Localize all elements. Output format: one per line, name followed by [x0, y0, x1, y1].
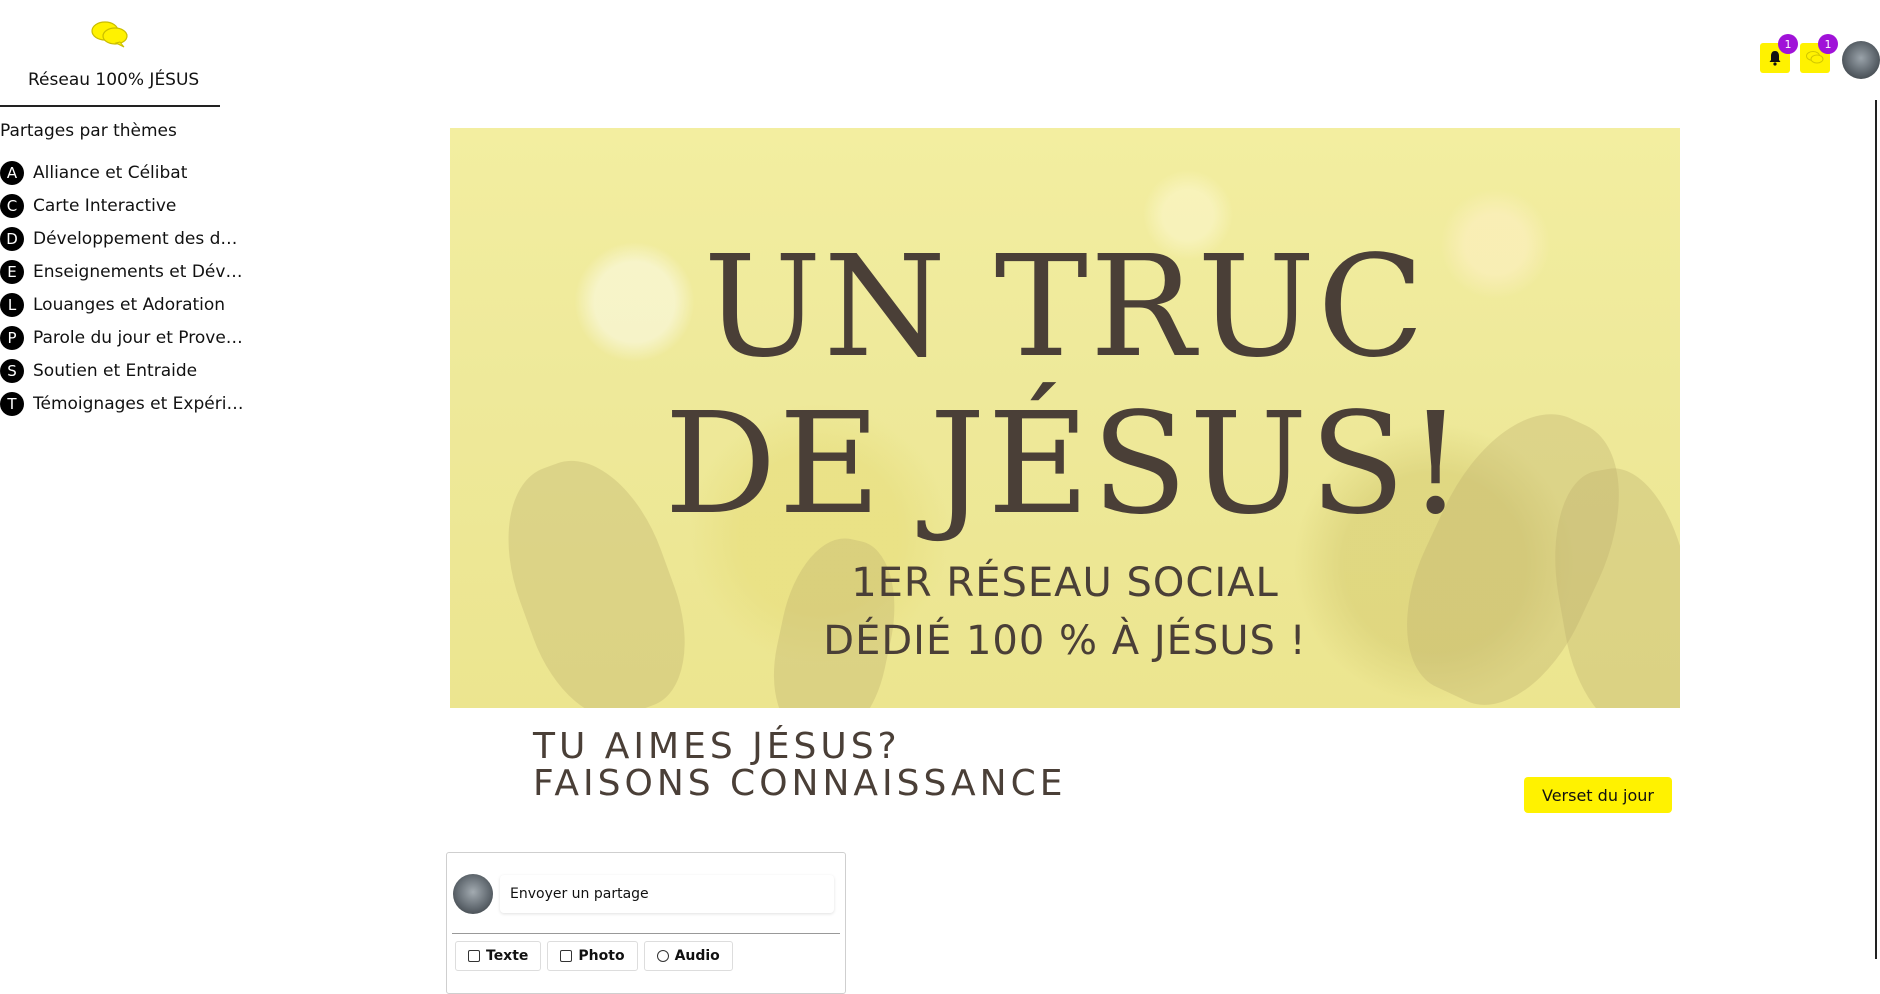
bell-icon: [1769, 51, 1781, 66]
tab-label: Audio: [674, 948, 720, 964]
sidebar-item-label: Alliance et Célibat: [33, 162, 188, 183]
scroll-edge: [1875, 100, 1877, 959]
tagline-line: FAISONS CONNAISSANCE: [533, 763, 1067, 804]
sidebar-item-carte[interactable]: C Carte Interactive: [0, 189, 245, 222]
topbar: 1 1: [1760, 34, 1880, 79]
notifications-button[interactable]: 1: [1760, 34, 1798, 73]
image-icon: [560, 950, 573, 962]
speech-bubbles-icon[interactable]: [90, 20, 130, 48]
avatar: [453, 874, 493, 914]
tagline: TU AIMES JÉSUS? FAISONS CONNAISSANCE: [533, 728, 1066, 802]
sidebar-item-label: Louanges et Adoration: [33, 294, 226, 315]
tab-label: Texte: [486, 948, 529, 964]
sidebar-item-label: Parole du jour et Prover...: [33, 327, 245, 348]
theme-letter-icon: S: [0, 358, 24, 383]
app-title[interactable]: Réseau 100% JÉSUS: [28, 70, 199, 90]
composer-tabs: Texte Photo Audio: [455, 941, 733, 971]
sidebar-item-label: Soutien et Entraide: [33, 360, 198, 381]
messages-button[interactable]: 1: [1800, 34, 1838, 73]
sidebar-item-label: Carte Interactive: [33, 195, 177, 216]
sidebar-item-label: Témoignages et Expérie...: [33, 393, 245, 414]
theme-list: A Alliance et Célibat C Carte Interactiv…: [0, 156, 245, 420]
sidebar-item-developpement[interactable]: D Développement des do...: [0, 222, 245, 255]
banner-headline: UN TRUC: [703, 226, 1427, 389]
tab-audio[interactable]: Audio: [643, 941, 733, 971]
tab-photo[interactable]: Photo: [547, 941, 638, 971]
sidebar-item-enseignements[interactable]: E Enseignements et Dévoi...: [0, 255, 245, 288]
tab-text[interactable]: Texte: [455, 941, 542, 971]
share-input[interactable]: [500, 875, 834, 913]
theme-letter-icon: E: [0, 259, 24, 284]
sidebar-item-alliance[interactable]: A Alliance et Célibat: [0, 156, 245, 189]
sidebar-item-temoignages[interactable]: T Témoignages et Expérie...: [0, 387, 245, 420]
sidebar-divider: [0, 105, 220, 107]
banner-headline: DE JÉSUS!: [664, 383, 1466, 546]
notifications-badge: 1: [1778, 34, 1798, 54]
text-icon: [468, 950, 480, 962]
microphone-icon: [656, 950, 669, 962]
sidebar-item-label: Enseignements et Dévoi...: [33, 261, 245, 282]
post-composer: Texte Photo Audio: [446, 852, 846, 994]
tab-label: Photo: [578, 948, 625, 964]
composer-divider: [452, 933, 840, 934]
sidebar-item-soutien[interactable]: S Soutien et Entraide: [0, 354, 245, 387]
sidebar-item-parole[interactable]: P Parole du jour et Prover...: [0, 321, 245, 354]
theme-letter-icon: T: [0, 391, 24, 416]
theme-letter-icon: D: [0, 226, 24, 251]
verse-of-day-button[interactable]: Verset du jour: [1524, 777, 1672, 813]
section-title: Partages par thèmes: [0, 121, 177, 141]
messages-badge: 1: [1818, 34, 1838, 54]
sidebar-item-label: Développement des do...: [33, 228, 245, 249]
theme-letter-icon: A: [0, 160, 24, 185]
tagline-line: TU AIMES JÉSUS?: [533, 726, 901, 767]
avatar[interactable]: [1842, 41, 1880, 79]
hero-banner: UN TRUC DE JÉSUS! 1ER RÉSEAU SOCIAL DÉDI…: [450, 128, 1680, 708]
banner-subline: DÉDIÉ 100 % À JÉSUS !: [823, 618, 1307, 664]
theme-letter-icon: C: [0, 193, 24, 218]
banner-subline: 1ER RÉSEAU SOCIAL: [851, 560, 1279, 606]
theme-letter-icon: P: [0, 325, 24, 350]
theme-letter-icon: L: [0, 292, 24, 317]
sidebar-item-louanges[interactable]: L Louanges et Adoration: [0, 288, 245, 321]
